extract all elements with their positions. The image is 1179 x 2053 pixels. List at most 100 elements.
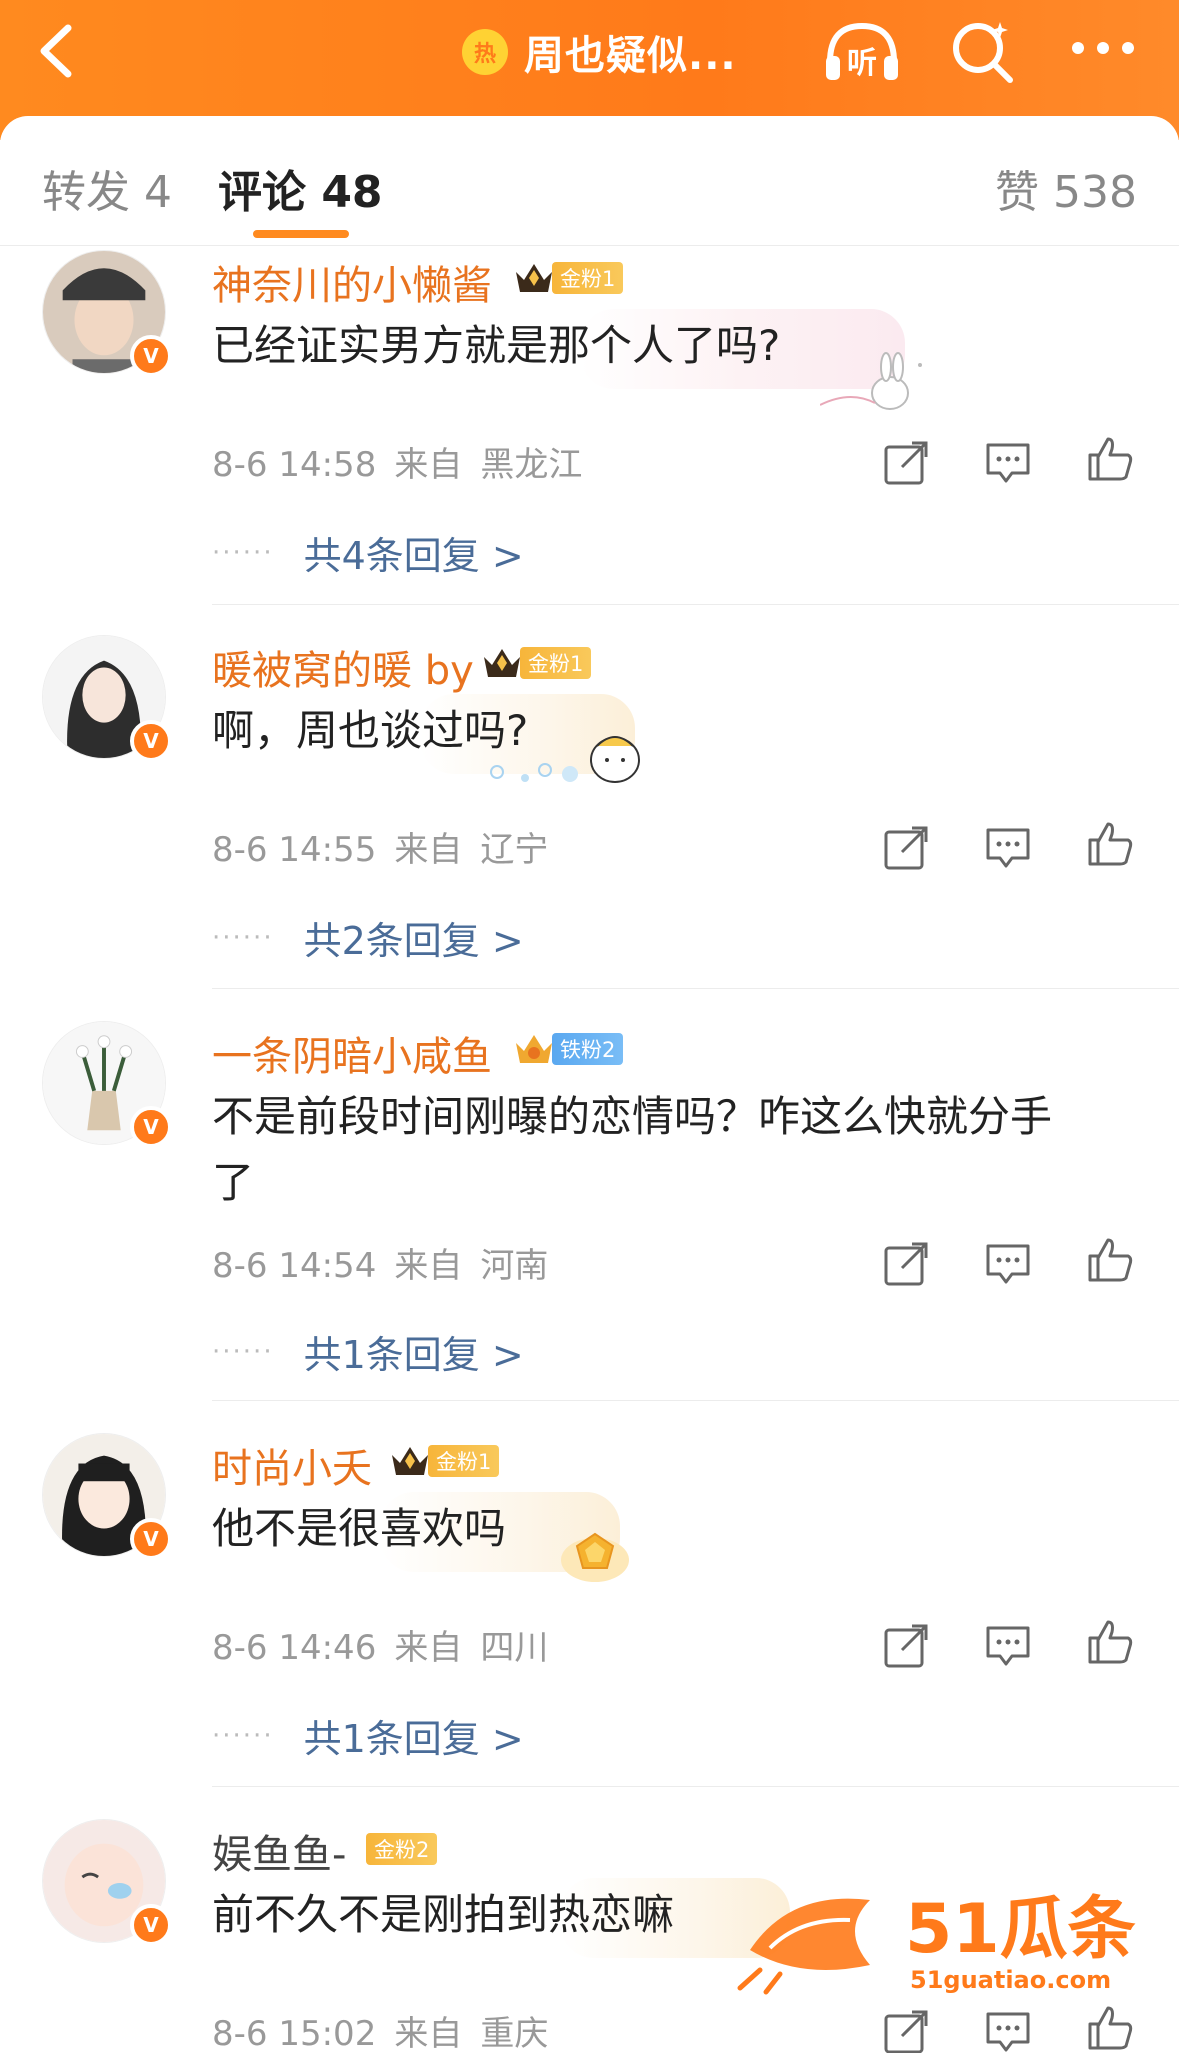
like-icon[interactable]	[1086, 820, 1134, 868]
watermark-brand: 51瓜条	[905, 1890, 1136, 1969]
fan-badge-label: 金粉1	[552, 262, 624, 294]
username[interactable]: 一条阴暗小咸鱼	[212, 1024, 492, 1082]
comment-date: 8-6 14:54	[212, 1246, 377, 1286]
crown-icon	[516, 1035, 552, 1063]
comment-meta: 8-6 14:58 来自 黑龙江	[212, 437, 600, 486]
from-label: 来自	[394, 2014, 463, 2053]
fan-badge[interactable]: 金粉2	[366, 1832, 438, 1866]
fan-badge-label: 金粉1	[428, 1445, 500, 1477]
comment-meta: 8-6 14:54 来自 河南	[212, 1238, 566, 1287]
share-icon[interactable]	[882, 824, 930, 872]
comment-divider	[212, 1786, 1179, 1787]
crown-icon	[392, 1447, 428, 1475]
fan-badge[interactable]: 金粉1	[388, 1444, 500, 1478]
reply-count-link[interactable]: 共1条回复 >	[304, 1324, 524, 1379]
page-title: 热 周也疑似...	[462, 20, 737, 84]
comment-icon[interactable]	[984, 1240, 1032, 1288]
comment-text: 他不是很喜欢吗	[212, 1504, 507, 1553]
comment-date: 8-6 15:02	[212, 2014, 377, 2053]
verified-icon: V	[130, 1518, 172, 1560]
comment-divider	[212, 604, 1179, 605]
reply-dots: ······	[212, 537, 274, 568]
like-icon[interactable]	[1086, 1618, 1134, 1666]
reply-dots: ······	[212, 1720, 274, 1751]
comment-icon[interactable]	[984, 2008, 1032, 2053]
username[interactable]: 暖被窝的暖 by	[212, 638, 474, 696]
hot-badge-label: 热	[473, 42, 496, 67]
comment-text: 啊，周也谈过吗?	[212, 706, 529, 755]
tab-repost[interactable]: 转发 4	[42, 156, 172, 220]
share-icon[interactable]	[882, 2008, 930, 2053]
comment-meta: 8-6 14:55 来自 辽宁	[212, 822, 566, 871]
comment-location: 黑龙江	[480, 445, 583, 485]
comment-location: 河南	[480, 1246, 549, 1286]
from-label: 来自	[394, 1246, 463, 1286]
comment-divider	[212, 988, 1179, 989]
bunny-sticker-icon	[820, 352, 922, 410]
username[interactable]: 时尚小夭	[212, 1436, 372, 1494]
comment-text-line: 了	[212, 1158, 255, 1207]
verified-icon: V	[130, 720, 172, 762]
comment-date: 8-6 14:58	[212, 445, 377, 485]
comment-meta: 8-6 14:46 来自 四川	[212, 1620, 566, 1669]
from-label: 来自	[394, 1628, 463, 1668]
fan-badge-label: 金粉1	[520, 647, 592, 679]
crown-icon	[484, 649, 520, 677]
share-icon[interactable]	[882, 1240, 930, 1288]
post-title: 周也疑似...	[524, 33, 737, 79]
verified-icon: V	[130, 335, 172, 377]
share-icon[interactable]	[882, 439, 930, 487]
comment-location: 四川	[480, 1628, 549, 1668]
search-icon[interactable]	[948, 16, 1018, 86]
comment-text: 已经证实男方就是那个人了吗?	[212, 321, 781, 370]
listen-label: 听	[847, 46, 877, 81]
from-label: 来自	[394, 830, 463, 870]
from-label: 来自	[394, 445, 463, 485]
reply-dots: ······	[212, 922, 274, 953]
active-tab-indicator	[253, 230, 349, 238]
comment-text-line: 不是前段时间刚曝的恋情吗？咋这么快就分手	[212, 1092, 1053, 1141]
tab-bar: 转发 4 评论 48 赞 538	[0, 116, 1179, 246]
reply-count-link[interactable]: 共2条回复 >	[304, 910, 524, 965]
headphones-icon[interactable]: 听	[822, 18, 902, 84]
reply-dots: ······	[212, 1336, 274, 1367]
tab-likes[interactable]: 赞 538	[995, 156, 1137, 220]
hot-icon: 热	[462, 29, 508, 75]
comment-date: 8-6 14:46	[212, 1628, 377, 1668]
like-icon[interactable]	[1086, 2004, 1134, 2052]
reply-count-link[interactable]: 共4条回复 >	[304, 525, 524, 580]
comment-location: 重庆	[480, 2014, 549, 2053]
back-arrow-icon[interactable]	[30, 18, 90, 84]
comment-meta: 8-6 15:02 来自 重庆	[212, 2006, 566, 2053]
comment-divider	[212, 1400, 1179, 1401]
username[interactable]: 娱鱼鱼-	[212, 1822, 346, 1880]
view-replies[interactable]: ······ 共1条回复 >	[212, 1324, 524, 1379]
comment-icon[interactable]	[984, 1622, 1032, 1670]
like-icon[interactable]	[1086, 1236, 1134, 1284]
comment-icon[interactable]	[984, 439, 1032, 487]
tab-comments[interactable]: 评论 48	[218, 156, 383, 220]
fan-badge[interactable]: 金粉1	[480, 646, 592, 680]
verified-icon: V	[130, 1904, 172, 1946]
comment-icon[interactable]	[984, 824, 1032, 872]
fan-badge-label: 金粉2	[366, 1833, 438, 1865]
like-icon[interactable]	[1086, 435, 1134, 483]
crown-icon	[516, 264, 552, 292]
share-icon[interactable]	[882, 1622, 930, 1670]
view-replies[interactable]: ······ 共1条回复 >	[212, 1708, 524, 1763]
gold-badge-sticker-icon	[561, 1532, 629, 1582]
fan-badge[interactable]: 金粉1	[512, 261, 624, 295]
more-icon[interactable]	[1068, 28, 1138, 68]
comment-location: 辽宁	[480, 830, 549, 870]
fan-badge-label: 铁粉2	[552, 1033, 624, 1065]
view-replies[interactable]: ······ 共2条回复 >	[212, 910, 524, 965]
view-replies[interactable]: ······ 共4条回复 >	[212, 525, 524, 580]
verified-icon: V	[130, 1106, 172, 1148]
watermark-logo: 51瓜条 51guatiao.com	[730, 1870, 1150, 2000]
reply-count-link[interactable]: 共1条回复 >	[304, 1708, 524, 1763]
fan-badge[interactable]: 铁粉2	[512, 1032, 624, 1066]
username[interactable]: 神奈川的小懒酱	[212, 253, 492, 311]
bubble-sticker-icon	[490, 736, 640, 783]
comment-date: 8-6 14:55	[212, 830, 377, 870]
comment-text: 前不久不是刚拍到热恋嘛	[212, 1890, 675, 1939]
